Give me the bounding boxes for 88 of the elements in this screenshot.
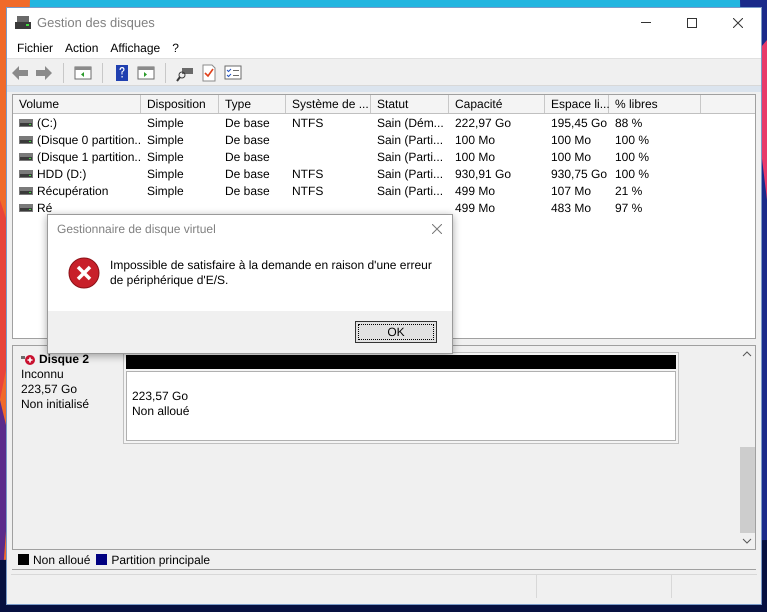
table-cell-text: 100 % <box>615 132 650 148</box>
table-cell-text: 930,91 Go <box>455 166 512 182</box>
maximize-icon <box>687 18 697 28</box>
table-cell-text: HDD (D:) <box>37 166 86 182</box>
table-cell-text: NTFS <box>292 182 324 199</box>
window-title: Gestion des disques <box>37 14 155 32</box>
table-cell-text: 930,75 Go <box>551 166 608 182</box>
close-icon <box>733 18 743 28</box>
back-arrow-icon[interactable] <box>11 64 29 82</box>
table-cell-text: 21 % <box>615 182 642 199</box>
table-cell-text: 195,45 Go <box>551 114 608 131</box>
table-cell-text: Simple <box>147 114 184 131</box>
table-cell-text: (C:) <box>37 114 57 131</box>
checklist-icon[interactable] <box>224 64 242 82</box>
close-icon[interactable] <box>432 224 442 234</box>
partition-box[interactable]: 223,57 Go Non alloué <box>126 371 676 441</box>
drive-icon <box>19 152 33 160</box>
table-cell-text: Sain (Dém... <box>377 114 444 131</box>
table-cell-text: 100 Mo <box>455 148 496 165</box>
table-cell-text: 88 % <box>615 114 642 131</box>
dialog-title: Gestionnaire de disque virtuel <box>57 221 216 238</box>
checked-document-icon[interactable] <box>200 64 218 82</box>
drive-icon <box>19 186 33 194</box>
table-cell-text: 107 Mo <box>551 182 592 199</box>
scroll-thumb[interactable] <box>740 447 754 533</box>
partition-status: Non alloué <box>132 404 190 419</box>
table-cell-text: De base <box>225 114 270 131</box>
column-header[interactable]: Statut <box>371 95 449 113</box>
disk-type: Inconnu <box>21 367 65 382</box>
disk-name: Disque 2 <box>39 352 90 367</box>
table-cell-text: Sain (Parti... <box>377 166 444 182</box>
table-cell-text: 222,97 Go <box>455 114 512 131</box>
minimize-icon <box>641 22 651 23</box>
table-cell-text: Sain (Parti... <box>377 148 444 165</box>
menu-item[interactable]: Fichier <box>11 38 60 56</box>
table-cell-text: 499 Mo <box>455 182 496 199</box>
error-message: Impossible de satisfaire à la demande en raison d'une erreur de périphérique d'E/S. <box>110 258 433 288</box>
table-cell-text: 100 Mo <box>551 132 592 148</box>
table-cell-text: (Disque 0 partition... <box>37 132 141 148</box>
column-header[interactable]: % libres <box>609 95 701 113</box>
legend-label: Partition principale <box>111 552 210 568</box>
table-cell-text: 483 Mo <box>551 200 592 216</box>
table-cell-text: 97 % <box>615 200 642 216</box>
error-icon <box>68 257 100 289</box>
panel-icon[interactable] <box>74 64 92 82</box>
menu-item[interactable]: ? <box>166 38 185 56</box>
drive-icon <box>19 136 33 144</box>
table-cell-text: Sain (Parti... <box>377 132 444 148</box>
table-cell-text: Simple <box>147 182 184 199</box>
disk-management-icon <box>15 16 31 30</box>
ok-button[interactable]: OK <box>355 321 437 343</box>
forward-arrow-icon[interactable] <box>35 64 53 82</box>
disk-state: Non initialisé <box>21 397 90 412</box>
drive-icon <box>19 118 33 126</box>
table-cell-text: Sain (Parti... <box>377 182 444 199</box>
table-cell-text: De base <box>225 182 270 199</box>
column-header[interactable]: Type <box>219 95 286 113</box>
table-cell-text: 100 % <box>615 166 650 182</box>
help-icon[interactable] <box>113 64 131 82</box>
menu-item[interactable]: Action <box>59 38 104 56</box>
table-cell-text: Simple <box>147 132 184 148</box>
table-cell-text: De base <box>225 166 270 182</box>
column-header[interactable]: Volume <box>13 95 141 113</box>
table-cell-text: Simple <box>147 148 184 165</box>
drive-icon <box>19 170 33 178</box>
table-cell-text: NTFS <box>292 114 324 131</box>
column-header[interactable]: Système de ... <box>286 95 371 113</box>
table-cell-text: Récupération <box>37 182 108 199</box>
column-header[interactable]: Disposition <box>141 95 219 113</box>
table-cell-text: 100 Mo <box>551 148 592 165</box>
table-cell-text: Simple <box>147 166 184 182</box>
disk-error-icon <box>21 354 37 366</box>
table-cell-text: Ré <box>37 200 52 216</box>
drive-icon <box>19 204 33 212</box>
table-cell-text: 100 % <box>615 148 650 165</box>
table-cell-text: De base <box>225 148 270 165</box>
table-cell-text: 100 Mo <box>455 132 496 148</box>
legend-label: Non alloué <box>33 552 90 568</box>
panel-icon[interactable] <box>137 64 155 82</box>
table-cell-text: NTFS <box>292 166 324 182</box>
table-cell-text: 499 Mo <box>455 200 496 216</box>
table-cell-text: De base <box>225 132 270 148</box>
disk-size: 223,57 Go <box>21 382 78 397</box>
table-cell-text: (Disque 1 partition... <box>37 148 141 165</box>
column-header[interactable]: Espace li... <box>545 95 609 113</box>
column-header[interactable]: Capacité <box>449 95 545 113</box>
menu-item[interactable]: Affichage <box>104 38 166 56</box>
partition-size: 223,57 Go <box>132 389 190 404</box>
